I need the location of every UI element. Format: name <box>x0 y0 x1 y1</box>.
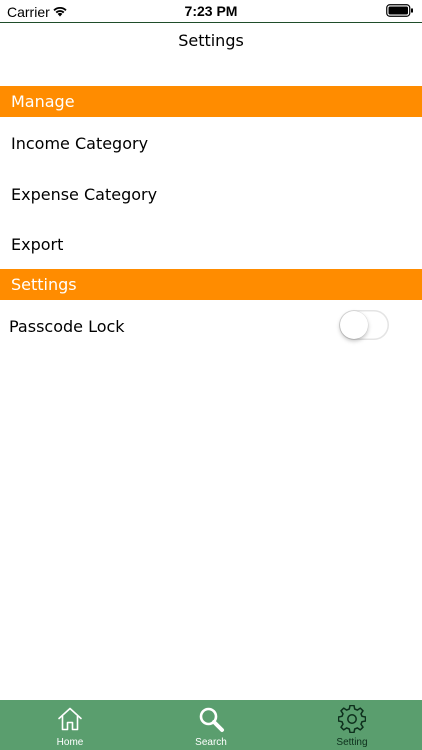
settings-screen: Carrier 7:23 PM Settings Manage Income C… <box>0 0 422 750</box>
battery-icon <box>386 4 414 20</box>
tab-home[interactable]: Home <box>0 700 140 750</box>
tab-setting-label: Setting <box>336 737 368 748</box>
tab-bar: Home Search Setting <box>0 700 422 750</box>
row-expense-category[interactable]: Expense Category <box>0 170 422 220</box>
status-bar: Carrier 7:23 PM <box>0 0 422 22</box>
row-income-category[interactable]: Income Category <box>0 119 422 169</box>
tab-search-label: Search <box>195 737 227 748</box>
tab-home-label: Home <box>56 737 84 748</box>
search-icon <box>197 705 225 733</box>
tab-setting[interactable]: Setting <box>282 700 422 750</box>
tab-search[interactable]: Search <box>141 700 281 750</box>
gear-icon <box>337 704 367 734</box>
passcode-lock-toggle[interactable] <box>339 310 389 340</box>
passcode-lock-label: Passcode Lock <box>9 317 125 336</box>
section-header-settings: Settings <box>0 269 422 300</box>
page-title: Settings <box>178 31 244 50</box>
status-time: 7:23 PM <box>184 3 238 19</box>
home-icon <box>56 705 84 733</box>
toggle-knob <box>340 311 368 339</box>
status-bar-divider <box>0 22 422 23</box>
row-export[interactable]: Export <box>0 220 422 270</box>
section-header-manage: Manage <box>0 86 422 117</box>
